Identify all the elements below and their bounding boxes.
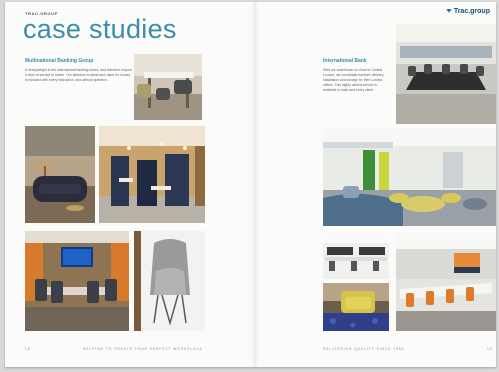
right-page-number: 19 <box>487 347 493 351</box>
photo-boardroom <box>396 24 496 124</box>
logo-text: Trac.group <box>453 8 490 15</box>
photo-orange-chairs-office <box>396 233 496 331</box>
right-case-body: With our warehouse so close to Central L… <box>323 68 385 92</box>
photo-booth-seating <box>99 126 205 223</box>
photo-meeting-room-screen <box>25 231 129 331</box>
left-case-body: A heavyweight in the international banki… <box>25 68 132 82</box>
brochure-spread: TRAC.GROUP case studies Trac.group Multi… <box>5 2 496 367</box>
photo-navy-sofa <box>25 126 95 223</box>
brand-logo: Trac.group <box>445 8 490 15</box>
photo-white-table-chairs <box>134 54 202 120</box>
photo-yellow-sofa <box>323 283 389 331</box>
page-gutter <box>251 2 259 367</box>
right-case-heading: International Bank <box>323 58 367 64</box>
left-case-heading: Multinational Banking Group <box>25 58 94 64</box>
logo-mark-icon <box>445 9 452 13</box>
left-page-number: 18 <box>25 347 31 351</box>
photo-grey-armchair <box>134 231 205 331</box>
page-title: case studies <box>23 14 177 44</box>
right-footer-tagline: DELIVERING QUALITY SINCE 1984 <box>323 347 405 351</box>
photo-breakout-area <box>323 128 496 226</box>
left-footer-tagline: HELPING TO CREATE YOUR PERFECT WORKPLACE <box>83 347 203 351</box>
photo-desks <box>323 233 389 279</box>
